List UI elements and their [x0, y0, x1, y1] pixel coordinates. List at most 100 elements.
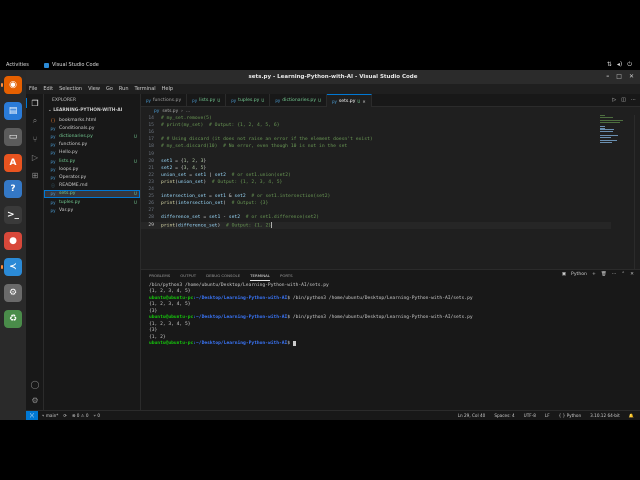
indentation[interactable]: Spaces: 4 [494, 413, 514, 419]
terminal-text: {1, 2} [149, 334, 166, 340]
file-item[interactable]: py functions.py [44, 141, 140, 149]
file-item[interactable]: py Var.py [44, 206, 140, 214]
settings-icon[interactable]: ⚙ [4, 284, 22, 302]
app-menu[interactable]: Visual Studio Code [44, 62, 99, 68]
tab-functions[interactable]: py functions.py [141, 94, 188, 107]
search-icon[interactable]: ⌕ [30, 116, 40, 126]
libreoffice-writer-icon[interactable]: ▤ [4, 102, 22, 120]
end-of-line[interactable]: LF [545, 413, 550, 419]
close-panel-icon[interactable]: ✕ [630, 272, 634, 277]
file-item[interactable]: py tuples.py U [44, 198, 140, 206]
terminal-name[interactable]: Python [571, 272, 587, 277]
more-actions-icon[interactable]: ⋯ [631, 97, 636, 103]
language-mode[interactable]: { } Python [559, 413, 582, 419]
minimap[interactable] [600, 115, 624, 145]
file-type-icon: py [50, 150, 56, 156]
menu-view[interactable]: View [88, 86, 100, 92]
workspace-folder[interactable]: ⌄ LEARNING-PYTHON-WITH-AI [48, 108, 122, 113]
close-tab-icon[interactable]: ✕ [362, 99, 365, 104]
trash-icon[interactable]: ♻ [4, 310, 22, 328]
activities-button[interactable]: Activities [6, 62, 29, 68]
breadcrumb-file[interactable]: sets.py [162, 109, 178, 114]
menu-selection[interactable]: Selection [59, 86, 82, 92]
explorer-icon[interactable]: ❐ [30, 98, 40, 108]
menu-help[interactable]: Help [162, 86, 173, 92]
vscode-icon[interactable]: ≺ [4, 258, 22, 276]
more-actions-icon[interactable]: ⋯ [612, 272, 617, 277]
help-icon[interactable]: ? [4, 180, 22, 198]
panel-tab-problems[interactable]: PROBLEMS [149, 270, 170, 281]
notifications-icon[interactable]: 🔔 [629, 413, 634, 419]
software-center-icon[interactable]: A [4, 154, 22, 172]
chrome-icon[interactable]: ● [4, 232, 22, 250]
terminal-icon[interactable]: >_ [4, 206, 22, 224]
panel-tab-terminal[interactable]: TERMINAL [250, 270, 270, 281]
encoding[interactable]: UTF-8 [524, 413, 536, 419]
account-icon[interactable]: ◯ [30, 379, 40, 389]
menu-edit[interactable]: Edit [43, 86, 53, 92]
file-name: functions.py [59, 142, 88, 148]
tab-sets[interactable]: py sets.py U ✕ [327, 94, 372, 107]
token: print [161, 201, 176, 207]
window-titlebar[interactable]: sets.py - Learning-Python-with-AI - Visu… [26, 70, 640, 84]
maximize-button[interactable]: □ [616, 73, 622, 80]
file-item[interactable]: {} bookmarks.html [44, 116, 140, 124]
token: # print(my_set) # Output: {1, 2, 4, 5, 6… [161, 123, 280, 129]
extensions-icon[interactable]: ⊞ [30, 170, 40, 180]
menu-go[interactable]: Go [106, 86, 113, 92]
code-line: 25 intersection_set = set1 & set2 # or se… [141, 193, 611, 200]
status-bar: ⟩⟨ ⑂ main* ⟳ ⊗ 0 ⚠ 0 ⑂ 0 Ln 29, Col 40 S… [26, 410, 640, 421]
menu-file[interactable]: File [29, 86, 37, 92]
run-debug-icon[interactable]: ▷ [30, 152, 40, 162]
file-item[interactable]: py dictionaries.py U [44, 132, 140, 140]
file-item[interactable]: py Hello.py [44, 149, 140, 157]
token: intersection_set [177, 201, 224, 207]
file-item[interactable]: py Operator.py [44, 173, 140, 181]
trash-icon[interactable]: 🗑 [601, 272, 607, 277]
minimap-line [600, 136, 612, 138]
file-item[interactable]: py Conditionals.py [44, 124, 140, 132]
tab-dictionaries[interactable]: py dictionaries.py U [270, 94, 327, 107]
power-icon: ⏻ [627, 61, 632, 68]
split-editor-icon[interactable]: ◫ [621, 97, 626, 103]
editor-scrollbar[interactable] [634, 115, 640, 269]
terminal-output[interactable]: /bin/python3 /home/ubuntu/Desktop/Learni… [149, 282, 619, 347]
system-tray[interactable]: ⇅ ◂) ⏻ [607, 61, 632, 69]
minimize-button[interactable]: – [606, 73, 609, 80]
tab-lists[interactable]: py lists.py U [187, 94, 227, 107]
problems-indicator[interactable]: ⊗ 0 ⚠ 0 [72, 413, 89, 418]
manage-gear-icon[interactable]: ⚙ [30, 395, 40, 405]
breadcrumb-more[interactable]: ... [186, 109, 190, 114]
branch-indicator[interactable]: ⑂ main* [42, 413, 58, 418]
new-terminal-icon[interactable]: + [592, 272, 596, 277]
tab-tuples[interactable]: py tuples.py U [226, 94, 271, 107]
token: intersection_set [161, 194, 207, 200]
sync-icon[interactable]: ⟳ [63, 413, 67, 418]
panel-tab-ports[interactable]: PORTS [280, 270, 293, 281]
python-interpreter[interactable]: 3.10.12 64-bit [590, 413, 620, 419]
panel-tab-debug-console[interactable]: DEBUG CONSOLE [206, 270, 240, 281]
cursor-position[interactable]: Ln 29, Col 40 [458, 413, 486, 419]
file-type-icon: ⓘ [51, 182, 55, 188]
code-line: 19 [141, 151, 611, 158]
remote-icon[interactable]: ⟩⟨ [26, 410, 38, 421]
token: # or set1.union(set2) [231, 172, 291, 178]
minimap-line [600, 142, 612, 143]
close-button[interactable]: ✕ [629, 73, 634, 80]
file-item[interactable]: ⓘ README.md [44, 182, 140, 190]
files-icon[interactable]: ▭ [4, 128, 22, 146]
run-python-icon[interactable]: ▷ [612, 97, 616, 103]
menu-terminal[interactable]: Terminal [135, 86, 156, 92]
file-item[interactable]: py sets.py U [44, 189, 140, 198]
menu-run[interactable]: Run [119, 86, 129, 92]
source-control-icon[interactable]: ⑂ [30, 134, 40, 144]
file-item[interactable]: py lists.py U [44, 157, 140, 165]
line-number: 14 [148, 116, 154, 121]
ports-indicator[interactable]: ⑂ 0 [94, 413, 101, 418]
maximize-panel-icon[interactable]: ⌃ [621, 272, 625, 277]
code-editor[interactable]: 14 # my_set.remove(5) 15 # print(my_set) # … [141, 115, 640, 269]
panel-tab-output[interactable]: OUTPUT [180, 270, 196, 281]
firefox-icon[interactable]: ◉ [4, 76, 22, 94]
token: # # Using discard (it does not raise an … [161, 137, 373, 143]
file-item[interactable]: py loops.py [44, 165, 140, 173]
